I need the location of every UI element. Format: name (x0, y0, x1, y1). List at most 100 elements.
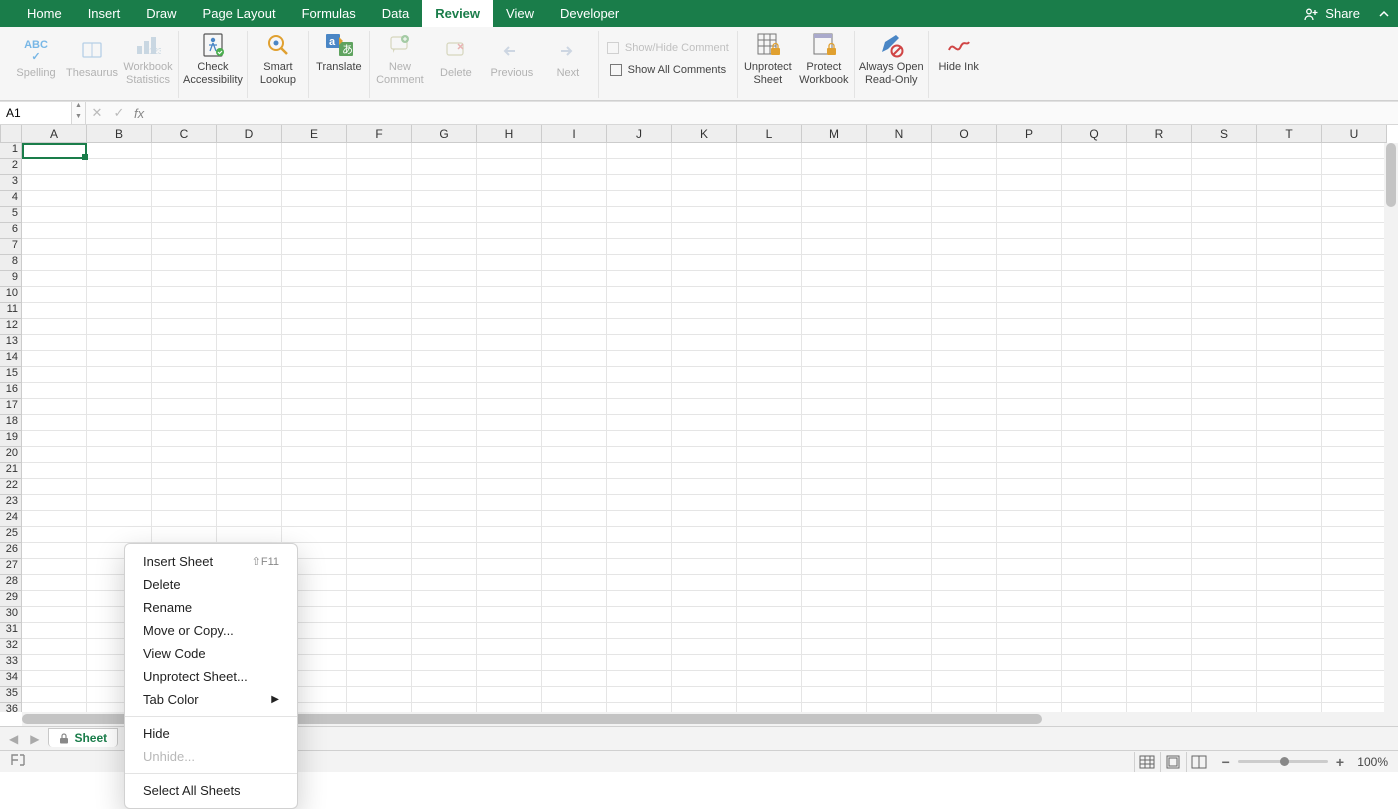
ctx-unprotect-sheet[interactable]: Unprotect Sheet... (125, 665, 297, 688)
protect-workbook-button[interactable]: Protect Workbook (798, 31, 850, 86)
delete-comment-button[interactable]: Delete (430, 31, 482, 86)
cell[interactable] (672, 591, 737, 607)
cell[interactable] (997, 623, 1062, 639)
cell[interactable] (1322, 303, 1387, 319)
cell[interactable] (997, 223, 1062, 239)
cell[interactable] (997, 351, 1062, 367)
cell[interactable] (737, 335, 802, 351)
cell[interactable] (1192, 271, 1257, 287)
zoom-out-button[interactable]: − (1222, 754, 1230, 770)
row-header[interactable]: 7 (0, 239, 22, 255)
cell[interactable] (412, 351, 477, 367)
hide-ink-button[interactable]: Hide Ink (933, 31, 985, 74)
cell[interactable] (1192, 335, 1257, 351)
cell[interactable] (672, 655, 737, 671)
cell[interactable] (217, 143, 282, 159)
cell[interactable] (217, 479, 282, 495)
cell[interactable] (932, 191, 997, 207)
cell[interactable] (347, 607, 412, 623)
cell[interactable] (997, 287, 1062, 303)
fx-label[interactable]: fx (130, 106, 148, 121)
cell[interactable] (282, 271, 347, 287)
cell[interactable] (1257, 703, 1322, 712)
cell[interactable] (1127, 543, 1192, 559)
cell[interactable] (672, 223, 737, 239)
cell[interactable] (282, 255, 347, 271)
cell[interactable] (347, 511, 412, 527)
cell[interactable] (607, 495, 672, 511)
cell[interactable] (217, 511, 282, 527)
cell[interactable] (22, 479, 87, 495)
cell[interactable] (672, 623, 737, 639)
cell[interactable] (1127, 239, 1192, 255)
cell[interactable] (1322, 399, 1387, 415)
cell[interactable] (607, 415, 672, 431)
ctx-select-all-sheets[interactable]: Select All Sheets (125, 779, 297, 802)
cell[interactable] (87, 175, 152, 191)
cell[interactable] (1192, 415, 1257, 431)
cell[interactable] (282, 495, 347, 511)
cell[interactable] (542, 479, 607, 495)
cell[interactable] (347, 303, 412, 319)
cell[interactable] (932, 255, 997, 271)
cell[interactable] (802, 367, 867, 383)
cell[interactable] (1127, 575, 1192, 591)
cell[interactable] (997, 175, 1062, 191)
cell[interactable] (1192, 463, 1257, 479)
cell[interactable] (932, 271, 997, 287)
cell[interactable] (1192, 431, 1257, 447)
cell[interactable] (867, 223, 932, 239)
cell[interactable] (217, 527, 282, 543)
cell[interactable] (1062, 399, 1127, 415)
cell[interactable] (607, 687, 672, 703)
cell[interactable] (412, 559, 477, 575)
row-header[interactable]: 17 (0, 399, 22, 415)
cell[interactable] (672, 319, 737, 335)
cell[interactable] (22, 623, 87, 639)
cell[interactable] (217, 415, 282, 431)
cell[interactable] (1192, 495, 1257, 511)
cell[interactable] (1127, 495, 1192, 511)
cell[interactable] (1062, 175, 1127, 191)
cell[interactable] (152, 351, 217, 367)
cell[interactable] (412, 287, 477, 303)
cell[interactable] (1062, 671, 1127, 687)
cell[interactable] (1127, 271, 1192, 287)
cell[interactable] (1322, 575, 1387, 591)
cell[interactable] (1322, 383, 1387, 399)
cell[interactable] (867, 335, 932, 351)
cell[interactable] (217, 383, 282, 399)
cell[interactable] (607, 655, 672, 671)
formula-input[interactable] (148, 106, 1398, 120)
cell[interactable] (802, 303, 867, 319)
cell[interactable] (672, 703, 737, 712)
cell[interactable] (1127, 591, 1192, 607)
cell[interactable] (152, 175, 217, 191)
cell[interactable] (997, 207, 1062, 223)
cell[interactable] (672, 671, 737, 687)
cell[interactable] (607, 207, 672, 223)
cell[interactable] (1257, 303, 1322, 319)
column-header[interactable]: S (1192, 125, 1257, 143)
cell[interactable] (347, 655, 412, 671)
cell[interactable] (932, 655, 997, 671)
cell[interactable] (607, 319, 672, 335)
cell[interactable] (1127, 351, 1192, 367)
cell[interactable] (867, 351, 932, 367)
cell[interactable] (932, 623, 997, 639)
cell[interactable] (607, 447, 672, 463)
cell[interactable] (802, 543, 867, 559)
cell[interactable] (412, 271, 477, 287)
column-header[interactable]: G (412, 125, 477, 143)
smart-lookup-button[interactable]: Smart Lookup (252, 31, 304, 86)
cell[interactable] (1062, 159, 1127, 175)
cell[interactable] (1062, 287, 1127, 303)
cell[interactable] (867, 399, 932, 415)
cell[interactable] (607, 287, 672, 303)
cell[interactable] (1257, 207, 1322, 223)
cell[interactable] (347, 591, 412, 607)
cell[interactable] (867, 239, 932, 255)
cell[interactable] (542, 223, 607, 239)
cell[interactable] (932, 335, 997, 351)
cell[interactable] (802, 431, 867, 447)
